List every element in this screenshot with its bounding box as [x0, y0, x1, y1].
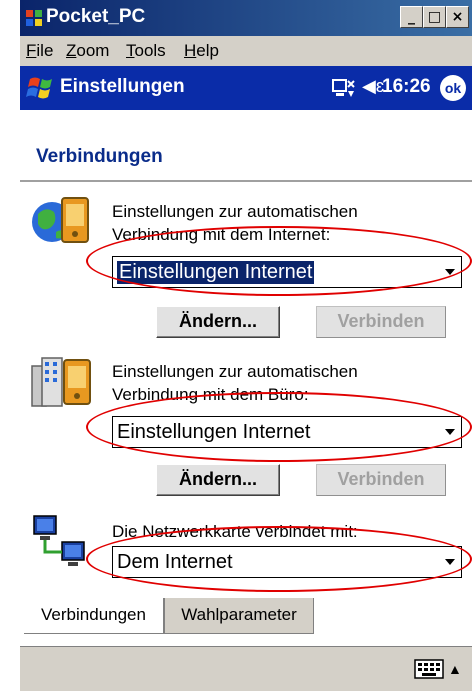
- office-change-button[interactable]: Ändern...: [156, 464, 280, 496]
- office-connect-button[interactable]: Verbinden: [316, 464, 446, 496]
- internet-description: Einstellungen zur automatischen Verbindu…: [112, 202, 358, 244]
- input-menu-arrow-icon[interactable]: ▲: [448, 661, 462, 677]
- connectivity-icon[interactable]: [332, 78, 356, 100]
- chevron-down-icon[interactable]: [439, 417, 461, 447]
- menu-file[interactable]: File: [26, 41, 53, 61]
- chevron-down-icon[interactable]: [439, 547, 461, 577]
- device-screen: Einstellungen ◀ɛ 16:26 ok Verbindungen E…: [20, 66, 472, 691]
- tab-verbindungen[interactable]: Verbindungen: [24, 598, 164, 634]
- office-description: Einstellungen zur automatischen Verbindu…: [112, 362, 358, 404]
- close-button[interactable]: ×: [446, 6, 469, 28]
- chevron-down-icon[interactable]: [439, 257, 461, 287]
- menu-zoom[interactable]: Zoom: [66, 41, 109, 61]
- nav-title: Einstellungen: [60, 76, 185, 97]
- internet-settings-value: Einstellungen Internet: [117, 261, 315, 284]
- internet-settings-dropdown[interactable]: Einstellungen Internet: [112, 256, 462, 288]
- office-settings-value: Einstellungen Internet: [117, 421, 311, 443]
- window-title: Pocket_PC: [46, 6, 146, 27]
- internet-connect-button[interactable]: Verbinden: [316, 306, 446, 338]
- command-bar: ▲: [20, 646, 472, 691]
- page-title: Verbindungen: [36, 146, 163, 167]
- menu-bar: File Zoom Tools Help: [20, 36, 472, 66]
- network-card-value: Dem Internet: [117, 551, 233, 573]
- clock-time[interactable]: 16:26: [382, 76, 431, 98]
- speaker-icon[interactable]: ◀ɛ: [362, 76, 384, 97]
- ok-button[interactable]: ok: [440, 75, 466, 101]
- maximize-button[interactable]: □: [423, 6, 446, 28]
- navigation-bar: Einstellungen ◀ɛ 16:26 ok: [20, 66, 472, 110]
- network-card-description: Die Netzwerkkarte verbindet mit:: [112, 522, 358, 541]
- title-divider: [20, 180, 472, 182]
- internet-change-button[interactable]: Ändern...: [156, 306, 280, 338]
- keyboard-icon[interactable]: [414, 659, 444, 679]
- office-settings-dropdown[interactable]: Einstellungen Internet: [112, 416, 462, 448]
- network-card-dropdown[interactable]: Dem Internet: [112, 546, 462, 578]
- app-icon: [26, 10, 42, 26]
- office-connection-icon: [31, 357, 91, 407]
- window-title-bar[interactable]: Pocket_PC _ □ ×: [20, 0, 472, 36]
- minimize-button[interactable]: _: [400, 6, 423, 28]
- menu-help[interactable]: Help: [184, 41, 219, 61]
- tab-strip: Verbindungen Wahlparameter: [20, 598, 472, 636]
- menu-tools[interactable]: Tools: [126, 41, 166, 61]
- start-menu-icon[interactable]: [24, 71, 58, 105]
- internet-connection-icon: [32, 197, 89, 243]
- network-card-icon: [33, 515, 85, 566]
- tab-wahlparameter[interactable]: Wahlparameter: [164, 598, 314, 634]
- emulator-window: Pocket_PC _ □ × File Zoom Tools Help Ein…: [20, 0, 472, 691]
